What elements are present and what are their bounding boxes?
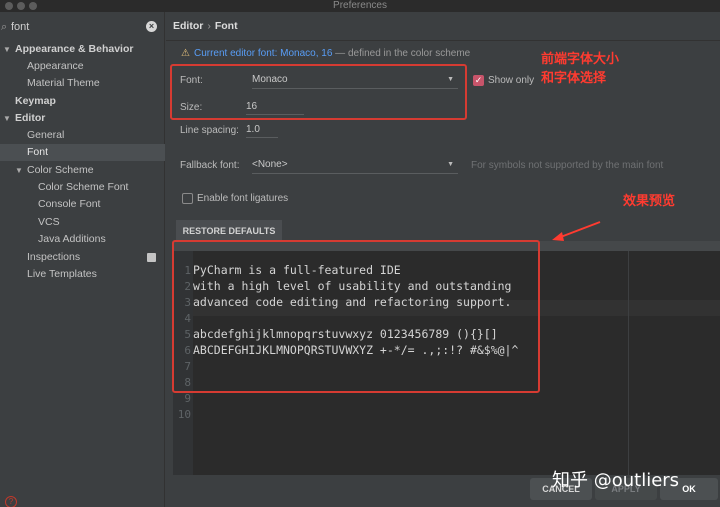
sidebar-item-label: Keymap — [15, 95, 56, 107]
search-input[interactable]: font — [11, 21, 29, 33]
sidebar-item-console-font[interactable]: Console Font — [0, 196, 165, 213]
sidebar-item-font[interactable]: Font — [0, 144, 165, 161]
line-spacing-label: Line spacing: — [180, 125, 239, 136]
breadcrumb: Editor › Font — [173, 20, 238, 32]
fallback-font-label: Fallback font: — [180, 160, 240, 171]
line-spacing-value: 1.0 — [246, 124, 260, 135]
breadcrumb-separator: › — [207, 20, 211, 32]
warning-icon: ⚠ — [181, 48, 190, 59]
sidebar-item-color-scheme[interactable]: ▼ Color Scheme — [0, 162, 165, 179]
font-ligatures-label: Enable font ligatures — [197, 193, 289, 204]
project-settings-icon — [147, 253, 156, 262]
sidebar-item-color-scheme-font[interactable]: Color Scheme Font — [0, 179, 165, 196]
title-bar: Preferences — [0, 0, 720, 12]
font-scheme-notice: ⚠ Current editor font: Monaco, 16 — defin… — [181, 48, 470, 59]
sidebar-item-label: Material Theme — [27, 77, 100, 89]
sidebar-item-inspections[interactable]: Inspections — [0, 249, 165, 266]
annotation-arrow-icon — [552, 221, 601, 241]
preview-annotation: 效果预览 — [623, 193, 676, 208]
restore-defaults-button[interactable]: RESTORE DEFAULTS — [176, 220, 282, 242]
watermark: 知乎 @outliers — [552, 470, 680, 491]
sidebar-item-live-templates[interactable]: Live Templates — [0, 266, 165, 283]
sidebar-item-label: Editor — [15, 112, 46, 124]
show-only-label: Show only — [488, 75, 535, 86]
sidebar-item-general[interactable]: General — [0, 127, 165, 144]
font-settings-highlight-box — [170, 64, 467, 120]
sidebar-item-label: Console Font — [38, 198, 101, 210]
chevron-down-icon[interactable]: ▼ — [3, 41, 11, 58]
chevron-down-icon[interactable]: ▼ — [15, 162, 23, 179]
sidebar-item-label: Appearance & Behavior — [15, 43, 134, 55]
sidebar-item-appearance[interactable]: Appearance — [0, 58, 165, 75]
chevron-down-icon: ▼ — [447, 161, 454, 168]
line-number: 10 — [177, 408, 191, 421]
sidebar-item-label: Font — [27, 146, 49, 158]
current-font-link[interactable]: Current editor font: Monaco, 16 — [194, 48, 332, 59]
sidebar-item-keymap[interactable]: Keymap — [0, 93, 165, 110]
clear-search-icon[interactable]: × — [146, 21, 157, 32]
fallback-font-hint: For symbols not supported by the main fo… — [471, 160, 664, 171]
sidebar-item-label: Inspections — [27, 251, 81, 263]
help-icon[interactable]: ? — [5, 496, 17, 507]
sidebar-item-appearance-behavior[interactable]: ▼ Appearance & Behavior — [0, 41, 165, 58]
sidebar-item-label: Java Additions — [38, 233, 106, 245]
sidebar-item-label: Color Scheme Font — [38, 181, 129, 193]
breadcrumb-current: Font — [214, 20, 238, 32]
notice-text: — defined in the color scheme — [332, 48, 471, 59]
window-title: Preferences — [333, 0, 387, 11]
fallback-font-select[interactable]: <None> ▼ — [252, 156, 458, 174]
settings-sidebar: ⌕ font × ▼ Appearance & Behavior Appeara… — [0, 12, 165, 507]
font-settings-annotation: 前端字体大小 和字体选择 — [541, 51, 620, 85]
preview-highlight-box — [172, 240, 540, 393]
sidebar-item-label: Appearance — [27, 60, 84, 72]
fallback-font-value: <None> — [252, 159, 288, 170]
sidebar-item-editor[interactable]: ▼ Editor — [0, 110, 165, 127]
font-ligatures-checkbox[interactable] — [182, 193, 193, 204]
show-only-monospaced-checkbox[interactable]: ✓ — [473, 75, 484, 86]
line-number: 9 — [184, 392, 191, 405]
line-spacing-input[interactable]: 1.0 — [246, 121, 278, 138]
sidebar-item-label: VCS — [38, 216, 60, 228]
sidebar-item-label: Live Templates — [27, 268, 97, 280]
sidebar-item-material-theme[interactable]: Material Theme — [0, 75, 165, 92]
sidebar-item-java-additions[interactable]: Java Additions — [0, 231, 165, 248]
settings-search[interactable]: ⌕ font × — [0, 18, 165, 38]
sidebar-item-label: General — [27, 129, 65, 141]
sidebar-item-label: Color Scheme — [27, 164, 94, 176]
chevron-down-icon[interactable]: ▼ — [3, 110, 11, 127]
right-margin-guide — [628, 251, 629, 475]
divider — [166, 40, 720, 41]
sidebar-item-vcs[interactable]: VCS — [0, 214, 165, 231]
breadcrumb-parent[interactable]: Editor — [173, 20, 203, 32]
